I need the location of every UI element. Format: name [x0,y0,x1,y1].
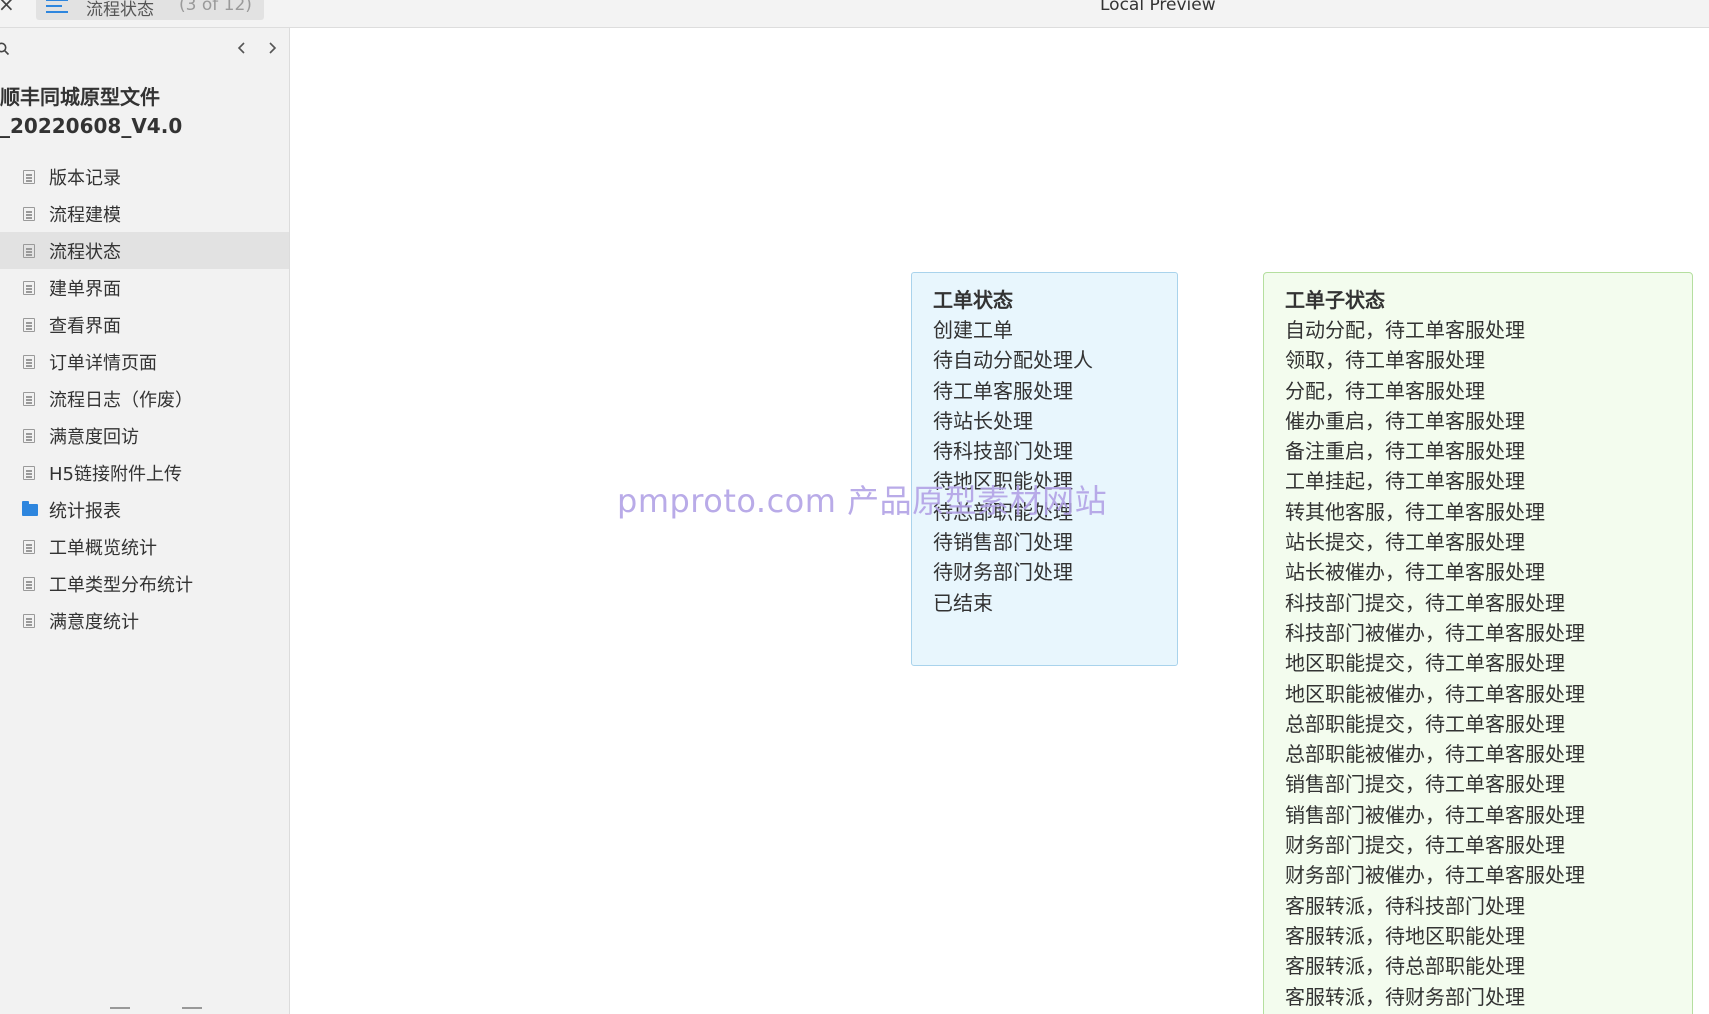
chevron-left-icon[interactable] [233,38,251,58]
status-line: 待工单客服处理 [933,378,1073,403]
sidebar-item[interactable]: 流程状态 [0,232,289,269]
sidebar-item-label: 满意度统计 [49,612,139,633]
status-line: 待自动分配处理人 [933,348,1093,373]
sidebar-item[interactable]: 满意度统计 [0,602,289,639]
folder-icon [22,501,38,516]
sidebar-item[interactable]: H5链接附件上传 [0,454,289,491]
page-icon [23,429,35,443]
sidebar-item[interactable]: 建单界面 [0,269,289,306]
status-box-heading: 工单状态 [933,288,1013,312]
sidebar-item-label: 工单概览统计 [49,538,157,559]
status-line: 自动分配，待工单客服处理 [1285,318,1525,342]
search-icon[interactable] [0,42,10,56]
menu-icon[interactable] [46,0,68,13]
substatus-list: 自动分配，待工单客服处理 领取，待工单客服处理 分配，待工单客服处理催办重启，待工单… [1285,315,1692,1012]
status-line: 待科技部门处理 [933,439,1073,464]
status-line: 客服转派，待科技部门处理 [1285,893,1525,918]
sidebar: 顺丰同城原型文件 _20220608_V4.0 版本记录流程建模流程状态建单界面… [0,28,290,1014]
status-line: 客服转派，待总部职能处理 [1285,954,1525,979]
sidebar-item[interactable]: 查看界面 [0,306,289,343]
status-line: 总部职能被催办，待工单客服处理 [1285,742,1585,767]
status-line: 地区职能提交，待工单客服处理 [1285,651,1565,676]
status-line: 客服转派，待财务部门处理 [1285,984,1525,1009]
page-icon [23,355,35,369]
status-line: 待财务部门处理 [933,560,1073,585]
status-line: 地区职能被催办，待工单客服处理 [1285,681,1585,706]
status-line: 转其他客服，待工单客服处理 [1285,499,1545,524]
status-line: 分配，待工单客服处理 [1285,378,1485,403]
sidebar-item-label: 工单类型分布统计 [49,575,193,596]
sidebar-item-label: 流程日志（作废） [49,390,193,411]
page-icon [23,540,35,554]
sidebar-item[interactable]: 订单详情页面 [0,343,289,380]
page-icon [23,577,35,591]
sidebar-item-label: 建单界面 [49,279,121,300]
status-line: 客服转派，待地区职能处理 [1285,923,1525,948]
sidebar-item-label: 满意度回访 [49,427,139,448]
status-list: 创建工单待自动分配处理人 待工单客服处理 待站长处理待科技部门处理 待地区职能处理 待总… [933,315,1177,618]
sidebar-item[interactable]: 工单类型分布统计 [0,565,289,602]
page-icon [23,244,35,258]
status-line: 站长被催办，待工单客服处理 [1285,560,1545,585]
chevron-right-icon[interactable] [263,38,281,58]
status-line: 财务部门被催办，待工单客服处理 [1285,863,1585,888]
current-page-title: 流程状态 [86,0,154,20]
current-page-tab[interactable]: 流程状态 (3 of 12) [36,0,264,20]
status-line: 总部职能提交，待工单客服处理 [1285,711,1565,736]
status-line: 备注重启，待工单客服处理 [1285,439,1525,464]
page-tree: 版本记录流程建模流程状态建单界面查看界面订单详情页面流程日志（作废） 满意度回访 H… [0,158,289,639]
status-line: 工单挂起，待工单客服处理 [1285,469,1525,494]
status-line: 领取，待工单客服处理 [1285,348,1485,373]
sidebar-item-label: 流程状态 [49,242,121,263]
preview-title: Local Preview [1100,0,1216,15]
status-line: 待地区职能处理 [933,469,1073,494]
substatus-box: 工单子状态 自动分配，待工单客服处理 领取，待工单客服处理 分配，待工单客服处理催办… [1263,272,1693,1014]
sidebar-item[interactable]: 流程建模 [0,195,289,232]
page-icon [23,281,35,295]
sidebar-item-label: 订单详情页面 [49,353,157,374]
status-line: 待销售部门处理 [933,530,1073,555]
status-line: 科技部门提交，待工单客服处理 [1285,590,1565,615]
sidebar-item-label: H5链接附件上传 [49,464,182,485]
page-icon [23,614,35,628]
footer-control-1[interactable] [110,1007,130,1009]
status-line: 销售部门提交，待工单客服处理 [1285,772,1565,797]
status-line: 创建工单 [933,318,1013,342]
page-icon [23,392,35,406]
status-line: 财务部门提交，待工单客服处理 [1285,833,1565,858]
sidebar-item-label: 查看界面 [49,316,121,337]
sidebar-item[interactable]: 满意度回访 [0,417,289,454]
page-icon [23,466,35,480]
page-icon [23,318,35,332]
status-line: 销售部门被催办，待工单客服处理 [1285,802,1585,827]
status-line: 催办重启，待工单客服处理 [1285,408,1525,433]
top-bar: × 流程状态 (3 of 12) Local Preview [0,0,1709,28]
footer-control-2[interactable] [182,1007,202,1009]
status-line: 待总部职能处理 [933,499,1073,524]
status-line: 待站长处理 [933,408,1033,433]
status-line: 科技部门被催办，待工单客服处理 [1285,620,1585,645]
project-title: 顺丰同城原型文件 _20220608_V4.0 [0,83,280,141]
project-title-line2: _20220608_V4.0 [0,114,183,138]
status-line: 站长提交，待工单客服处理 [1285,530,1525,555]
status-box: 工单状态 创建工单待自动分配处理人 待工单客服处理 待站长处理待科技部门处理 待地区职… [911,272,1178,666]
sidebar-footer-controls [110,1007,210,1013]
sidebar-item[interactable]: 工单概览统计 [0,528,289,565]
preview-canvas: 工单状态 创建工单待自动分配处理人 待工单客服处理 待站长处理待科技部门处理 待地区职… [291,28,1709,1014]
sidebar-item[interactable]: 统计报表 [0,491,289,528]
page-icon [23,170,35,184]
substatus-box-heading: 工单子状态 [1285,288,1385,312]
close-icon[interactable]: × [0,0,15,14]
sidebar-item[interactable]: 流程日志（作废） [0,380,289,417]
sidebar-item-label: 版本记录 [49,168,121,189]
page-icon [23,207,35,221]
page-count: (3 of 12) [179,0,252,15]
project-title-line1: 顺丰同城原型文件 [0,85,160,109]
sidebar-item[interactable]: 版本记录 [0,158,289,195]
sidebar-item-label: 统计报表 [49,501,121,522]
status-line: 已结束 [933,590,993,615]
sidebar-item-label: 流程建模 [49,205,121,226]
